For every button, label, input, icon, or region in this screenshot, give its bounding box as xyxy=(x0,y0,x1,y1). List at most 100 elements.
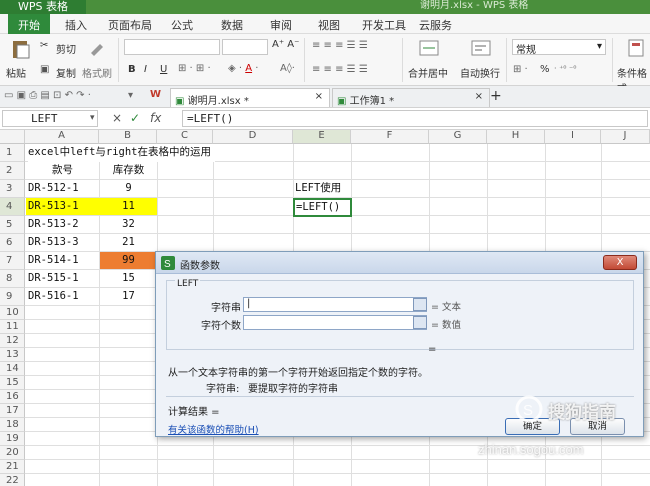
row-header[interactable]: 14 xyxy=(0,362,25,376)
cancel-formula-icon[interactable]: × xyxy=(112,111,122,125)
column-header[interactable]: J xyxy=(601,130,650,144)
column-header[interactable]: A xyxy=(25,130,99,144)
wrap-text-button[interactable]: 自动换行 xyxy=(460,65,500,80)
cell-b6[interactable]: 21 xyxy=(100,234,157,252)
underline-button[interactable]: U xyxy=(160,64,167,75)
cell-a5[interactable]: DR-513-2 xyxy=(28,216,79,234)
row-header[interactable]: 13 xyxy=(0,348,25,362)
close-icon[interactable]: × xyxy=(475,91,483,102)
select-all-corner[interactable] xyxy=(0,130,25,144)
app-menu-button[interactable]: WPS 表格 xyxy=(0,0,86,14)
collapse-dialog-icon[interactable] xyxy=(413,316,427,329)
row-header[interactable]: 7 xyxy=(0,252,25,270)
border-icon[interactable]: ⊞ · ⊞ · xyxy=(178,63,211,74)
currency-icon[interactable]: ⊞ · xyxy=(513,64,528,75)
conditional-format-icon[interactable] xyxy=(626,37,646,59)
column-header[interactable]: D xyxy=(213,130,293,144)
collapse-dialog-icon[interactable] xyxy=(413,298,427,311)
column-header[interactable]: B xyxy=(99,130,157,144)
align-left-icon[interactable]: ≡ ≡ ≡ ☰ ☰ xyxy=(312,64,368,75)
cell-a4[interactable]: DR-513-1 xyxy=(28,198,79,216)
cell-a7[interactable]: DR-514-1 xyxy=(28,252,79,270)
close-button[interactable]: X xyxy=(603,255,637,270)
close-icon[interactable]: × xyxy=(315,91,323,102)
tab-home[interactable]: 开始 xyxy=(8,14,50,34)
row-header[interactable]: 2 xyxy=(0,162,25,180)
help-link[interactable]: 有关该函数的帮助(H) xyxy=(168,422,259,436)
row-header[interactable]: 11 xyxy=(0,320,25,334)
row-header[interactable]: 16 xyxy=(0,390,25,404)
num-chars-input[interactable] xyxy=(243,315,427,330)
column-header[interactable]: I xyxy=(545,130,601,144)
cell-b5[interactable]: 32 xyxy=(100,216,157,234)
format-painter-button[interactable]: 格式刷 xyxy=(82,65,112,80)
paste-icon[interactable] xyxy=(10,38,32,60)
chevron-down-icon[interactable]: ▾ xyxy=(128,90,133,101)
align-top-icon[interactable]: ≡ ≡ ≡ ☰ ☰ xyxy=(312,40,368,51)
row-header[interactable]: 1 xyxy=(0,144,25,162)
row-header[interactable]: 21 xyxy=(0,460,25,474)
text-argument-input[interactable]: | xyxy=(243,297,427,312)
italic-button[interactable]: I xyxy=(144,64,147,75)
wrap-text-icon[interactable] xyxy=(470,38,492,58)
tab-doc-1[interactable]: ▣ 谢明月.xlsx * × xyxy=(170,88,330,107)
insert-function-button[interactable]: fx xyxy=(150,111,161,125)
row-header[interactable]: 22 xyxy=(0,474,25,486)
percent-button[interactable]: % xyxy=(540,64,550,75)
cell-b9[interactable]: 17 xyxy=(100,288,157,306)
paste-button[interactable]: 粘贴 xyxy=(6,65,26,80)
chevron-down-icon[interactable]: ▾ xyxy=(90,113,95,123)
grow-font-button[interactable]: A⁺ A⁻ xyxy=(272,39,299,50)
cell-b2[interactable]: 库存数 xyxy=(100,162,157,180)
row-header[interactable]: 5 xyxy=(0,216,25,234)
cell-b8[interactable]: 15 xyxy=(100,270,157,288)
row-header[interactable]: 8 xyxy=(0,270,25,288)
row-header[interactable]: 18 xyxy=(0,418,25,432)
cell-a3[interactable]: DR-512-1 xyxy=(28,180,79,198)
tab-insert[interactable]: 插入 xyxy=(65,17,87,33)
clear-icon[interactable]: A◊· xyxy=(280,63,295,74)
tab-doc-2[interactable]: ▣ 工作簿1 * × xyxy=(332,88,490,107)
confirm-formula-icon[interactable]: ✓ xyxy=(130,111,140,125)
cell-b4[interactable]: 11 xyxy=(100,198,157,216)
merge-icon[interactable] xyxy=(418,38,440,58)
column-header[interactable]: G xyxy=(429,130,487,144)
row-header[interactable]: 6 xyxy=(0,234,25,252)
fill-color-icon[interactable]: ◈ · A · xyxy=(228,63,258,74)
tab-formulas[interactable]: 公式 xyxy=(171,17,193,33)
column-header[interactable]: F xyxy=(351,130,429,144)
quick-access-icons[interactable]: ▭ ▣ ⎙ ▤ ⊡ ↶ ↷ · xyxy=(4,90,91,101)
bold-button[interactable]: B xyxy=(128,64,136,75)
cell-e4-active[interactable]: =LEFT() xyxy=(293,198,352,217)
cell-a6[interactable]: DR-513-3 xyxy=(28,234,79,252)
wps-logo-icon[interactable]: W xyxy=(150,89,161,100)
row-header[interactable]: 9 xyxy=(0,288,25,306)
tab-review[interactable]: 审阅 xyxy=(270,17,292,33)
column-header[interactable]: C xyxy=(157,130,213,144)
decimal-icons[interactable]: · ⁺⁰ ⁻⁰ xyxy=(554,64,577,73)
tab-page-layout[interactable]: 页面布局 xyxy=(108,17,152,33)
tab-data[interactable]: 数据 xyxy=(221,17,243,33)
row-header[interactable]: 12 xyxy=(0,334,25,348)
row-header[interactable]: 20 xyxy=(0,446,25,460)
row-header[interactable]: 3 xyxy=(0,180,25,198)
row-header[interactable]: 19 xyxy=(0,432,25,446)
cell-b7[interactable]: 99 xyxy=(100,252,157,270)
cell-a9[interactable]: DR-516-1 xyxy=(28,288,79,306)
new-tab-button[interactable]: + xyxy=(490,88,502,104)
column-header[interactable]: H xyxy=(487,130,545,144)
merge-center-button[interactable]: 合并居中 xyxy=(408,65,448,80)
cell-b3[interactable]: 9 xyxy=(100,180,157,198)
cell-a8[interactable]: DR-515-1 xyxy=(28,270,79,288)
formula-input[interactable]: =LEFT() xyxy=(182,110,648,127)
font-family-select[interactable] xyxy=(124,39,220,55)
tab-developer[interactable]: 开发工具 xyxy=(362,17,406,33)
cell-a1[interactable]: excel中left与right在表格中的运用 xyxy=(28,144,216,162)
cut-button[interactable]: 剪切 xyxy=(56,41,76,56)
tab-view[interactable]: 视图 xyxy=(318,17,340,33)
cell-e3[interactable]: LEFT使用 xyxy=(295,180,341,198)
row-header[interactable]: 17 xyxy=(0,404,25,418)
copy-button[interactable]: 复制 xyxy=(56,65,76,80)
row-header[interactable]: 4 xyxy=(0,198,25,216)
row-header[interactable]: 10 xyxy=(0,306,25,320)
